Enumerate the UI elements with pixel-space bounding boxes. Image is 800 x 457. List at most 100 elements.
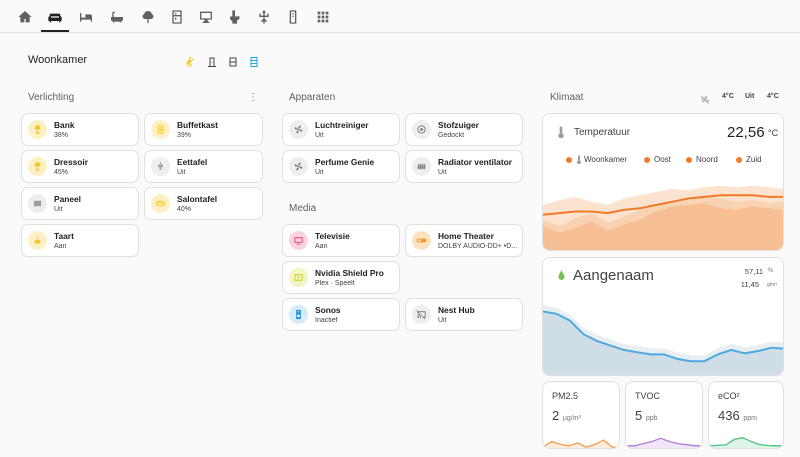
media-tile-home-theater[interactable]: Home Theater DOLBY AUDIO-DD+ •D...: [405, 224, 523, 257]
motion-sensor-button[interactable]: [184, 55, 196, 67]
sensor-reading: 2 µg/m³: [552, 408, 581, 423]
pm25-chart: [543, 439, 619, 448]
no-wind-button[interactable]: [700, 92, 710, 105]
desktop-icon: [200, 11, 212, 23]
tile-name: Salontafel: [177, 194, 218, 204]
speaker-icon: [289, 305, 308, 324]
tile-name: Taart: [54, 231, 74, 241]
tile-state: Uit: [315, 132, 324, 139]
light-tile-salontafel[interactable]: Salontafel 40%: [144, 187, 263, 220]
tab-badkamer[interactable]: [106, 6, 128, 28]
absolute-humidity-value: 11,45: [740, 280, 759, 289]
media-tile-sonos[interactable]: Sonos Inactief: [282, 298, 400, 331]
tile-state: Aan: [315, 243, 328, 250]
eco2-chart: [709, 437, 783, 448]
temperature-label: Temperatuur: [574, 127, 631, 138]
no-wind-icon: [700, 95, 710, 105]
pm25-card[interactable]: PM2.5 2 µg/m³: [542, 381, 620, 449]
device-tile-radiator-ventilator[interactable]: Radiator ventilator Uit: [405, 150, 523, 183]
tile-state: Gedockt: [438, 132, 465, 139]
device-tile-stofzuiger[interactable]: Stofzuiger Gedockt: [405, 113, 523, 146]
sensor-unit: ppm: [743, 415, 757, 422]
temperature-card[interactable]: Temperatuur 22,56 °C: [542, 113, 784, 251]
humidity-unit: %: [767, 268, 773, 274]
air-comfort-card[interactable]: Aangenaam 57,11 % 11,45 g/m³: [542, 257, 784, 376]
tile-state: 45%: [54, 169, 69, 176]
motion-icon: [186, 57, 195, 67]
tile-state: Uit: [54, 206, 63, 213]
water-drop-icon: [558, 270, 565, 280]
sofa-icon: [48, 13, 62, 23]
light-tile-taart[interactable]: Taart Aan: [21, 224, 139, 257]
tile-name: Nest Hub: [438, 305, 475, 315]
light-tile-bank[interactable]: Bank 38%: [21, 113, 139, 146]
tile-state: Aan: [54, 243, 67, 250]
legend-label: Noord: [696, 155, 718, 164]
top-navigation: [0, 0, 800, 32]
tab-afstandsbediening[interactable]: [282, 6, 304, 28]
light-tile-buffetkast[interactable]: Buffetkast 39%: [144, 113, 263, 146]
tab-netwerk[interactable]: [253, 6, 275, 28]
legend-zuid: Zuid: [736, 155, 762, 164]
light-tile-eettafel[interactable]: Eettafel Uit: [144, 150, 263, 183]
heating-state: Uit: [745, 93, 755, 100]
media-tile-nvidia-shield-pro[interactable]: Nvidia Shield Pro Plex · Speelt: [282, 261, 400, 294]
humidity-area: [543, 311, 783, 375]
tab-woonkamer[interactable]: [44, 6, 66, 28]
sensor-unit: µg/m³: [562, 415, 581, 422]
tile-name: Bank: [54, 120, 75, 130]
tile-name: Eettafel: [177, 157, 208, 167]
outdoor-temp-2: 4°C: [767, 93, 779, 100]
fan-icon: [289, 157, 308, 176]
bed-icon: [80, 13, 92, 22]
tab-slaapkamer[interactable]: [75, 6, 97, 28]
antenna-icon: [259, 10, 269, 24]
tv-icon: [289, 231, 308, 250]
tile-name: Perfume Genie: [315, 157, 375, 167]
tile-state: DOLBY AUDIO-DD+ •D...: [438, 243, 518, 250]
cabinet-button[interactable]: [248, 55, 260, 67]
humidity-value: 57,11: [744, 267, 763, 276]
media-tile-televisie[interactable]: Televisie Aan: [282, 224, 400, 257]
tab-keuken[interactable]: [166, 6, 188, 28]
tile-name: Dressoir: [54, 157, 88, 167]
lamp-icon: [151, 120, 170, 139]
tile-state: Uit: [177, 169, 186, 176]
eco2-card[interactable]: eCO² 436 ppm: [708, 381, 784, 449]
tree-icon: [142, 11, 154, 23]
grid-icon: [317, 11, 329, 23]
tab-overzicht[interactable]: [312, 6, 334, 28]
tab-home[interactable]: [14, 6, 36, 28]
tile-name: Paneel: [54, 194, 82, 204]
sensor-unit: ppb: [645, 415, 658, 422]
play-icon: [289, 268, 308, 287]
remote-icon: [289, 10, 297, 24]
tab-tuin[interactable]: [137, 6, 159, 28]
cake-icon: [28, 231, 47, 250]
radiator-icon: [412, 157, 431, 176]
temperature-chart: [543, 185, 783, 250]
tile-state: 39%: [177, 132, 192, 139]
sensor-value: 5: [635, 408, 643, 423]
light-tile-dressoir[interactable]: Dressoir 45%: [21, 150, 139, 183]
tile-name: Stofzuiger: [438, 120, 479, 130]
legend-noord: Noord: [686, 155, 718, 164]
window-button[interactable]: [227, 55, 239, 67]
tvoc-card[interactable]: TVOC 5 ppb: [625, 381, 703, 449]
page-title: Woonkamer: [28, 54, 88, 66]
media-tile-nest-hub[interactable]: Nest Hub Uit: [405, 298, 523, 331]
fridge-icon: [172, 10, 182, 24]
fan-icon: [289, 120, 308, 139]
light-tile-paneel[interactable]: Paneel Uit: [21, 187, 139, 220]
sensor-reading: 5 ppb: [635, 408, 658, 423]
door-button[interactable]: [206, 55, 218, 67]
tile-name: Radiator ventilator: [438, 157, 512, 167]
tab-toilet[interactable]: [224, 6, 246, 28]
tab-kantoor[interactable]: [195, 6, 217, 28]
sensor-reading: 436 ppm: [718, 408, 757, 423]
lighting-menu-button[interactable]: ⋮: [248, 92, 258, 103]
home-icon: [18, 11, 32, 23]
device-tile-luchtreiniger[interactable]: Luchtreiniger Uit: [282, 113, 400, 146]
device-tile-perfume-genie[interactable]: Perfume Genie Uit: [282, 150, 400, 183]
lamp-icon: [28, 157, 47, 176]
